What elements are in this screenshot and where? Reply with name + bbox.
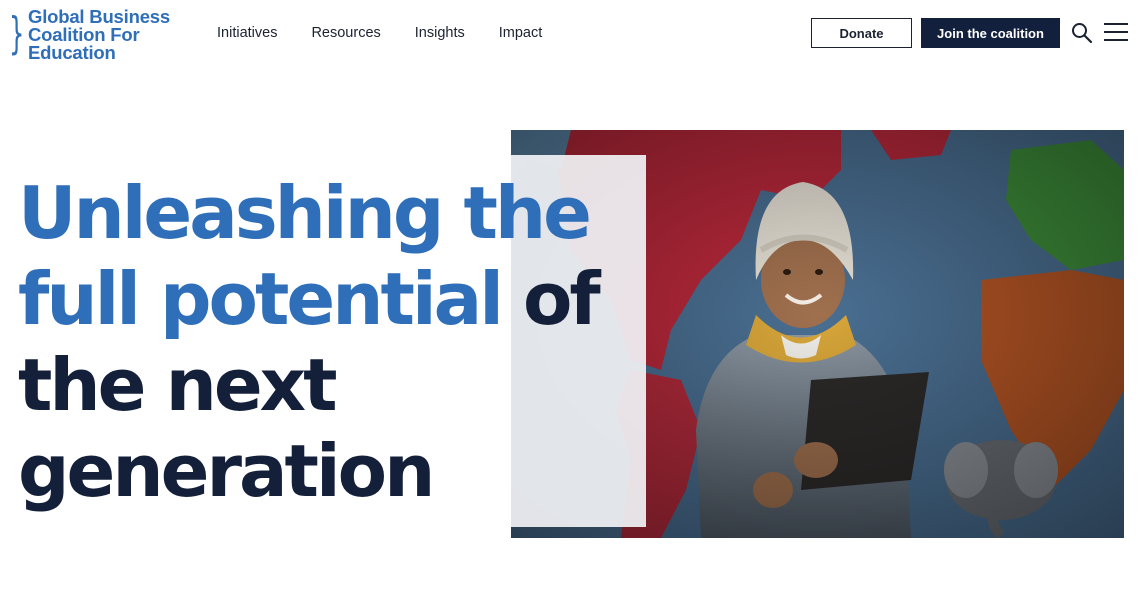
nav-item-initiatives[interactable]: Initiatives xyxy=(217,24,277,42)
headline-line-4: generation xyxy=(18,429,435,513)
logo-brace: } xyxy=(9,8,25,59)
headline-line-2-highlight: full potential xyxy=(18,257,504,341)
nav-item-resources[interactable]: Resources xyxy=(311,24,380,42)
headline-line-1: Unleashing the xyxy=(18,171,592,255)
donate-button[interactable]: Donate xyxy=(811,18,912,48)
logo-text: Global Business Coalition For Education xyxy=(28,7,170,63)
main-nav: Initiatives Resources Insights Impact xyxy=(217,24,542,42)
join-coalition-button[interactable]: Join the coalition xyxy=(921,18,1060,48)
logo[interactable]: } Global Business Coalition For Educatio… xyxy=(9,7,170,63)
nav-item-impact[interactable]: Impact xyxy=(499,24,543,42)
hero-headline: Unleashing the full potential of the nex… xyxy=(18,170,601,514)
hamburger-menu-icon[interactable] xyxy=(1104,23,1128,43)
headline-line-3: the next xyxy=(18,343,338,427)
headline-line-2-rest: of xyxy=(500,257,601,341)
headline-line-2: full potential of xyxy=(18,256,601,342)
logo-line-3: Education xyxy=(28,42,116,63)
nav-item-insights[interactable]: Insights xyxy=(415,24,465,42)
search-icon[interactable] xyxy=(1071,22,1093,44)
